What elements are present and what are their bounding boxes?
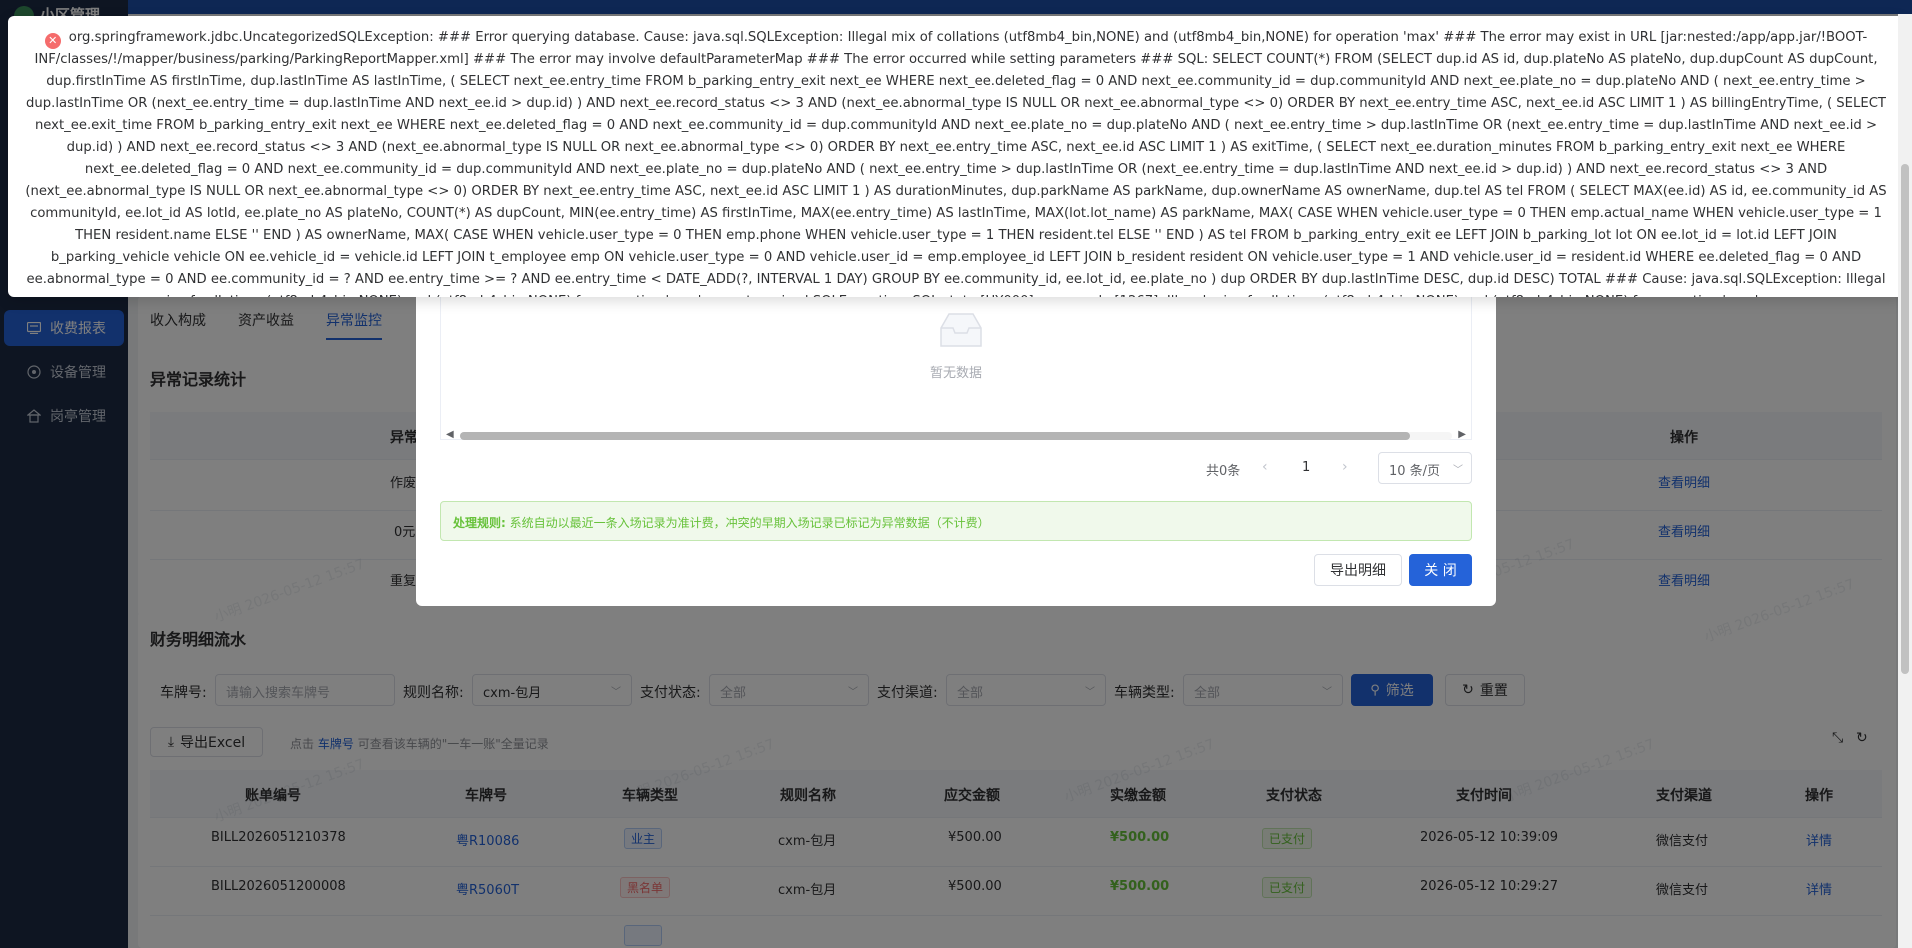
rule-alert-label: 处理规则: [453, 516, 506, 530]
scroll-right-icon[interactable]: ▶ [1458, 429, 1466, 440]
empty-text: 暂无数据 [929, 366, 982, 381]
dialog-horizontal-scrollbar[interactable]: ◀ ▶ [446, 428, 1466, 444]
rule-alert: 处理规则: 系统自动以最近一条入场记录为准计费，冲突的早期入场记录已标记为异常数… [440, 501, 1472, 541]
page-scrollbar-thumb[interactable] [1901, 164, 1909, 674]
app-root: 小区管理 收费报表 设备管理 岗亭管理 收入构成 资产收益 异常监控 异常记录统… [0, 0, 1912, 948]
chevron-down-icon: ﹀ [1453, 465, 1463, 476]
scrollbar-thumb[interactable] [460, 432, 1410, 440]
error-message-toast: ✕ org.springframework.jdbc.UncategorizedS… [8, 16, 1904, 297]
rule-alert-text: 系统自动以最近一条入场记录为准计费，冲突的早期入场记录已标记为异常数据（不计费） [509, 516, 990, 530]
empty-inbox-icon [935, 310, 987, 350]
page-size-value: 10 条/页 [1389, 464, 1441, 479]
export-detail-button[interactable]: 导出明细 [1314, 554, 1402, 586]
page-vertical-scrollbar[interactable] [1898, 14, 1912, 948]
pager-total: 共0条 [1206, 464, 1241, 479]
error-circle-icon: ✕ [44, 33, 61, 49]
page-size-select[interactable]: 10 条/页 ﹀ [1378, 452, 1472, 484]
next-page-icon[interactable]: › [1342, 459, 1348, 475]
prev-page-icon[interactable]: ‹ [1262, 459, 1268, 475]
close-dialog-button[interactable]: 关 闭 [1409, 554, 1472, 586]
error-message-text: org.springframework.jdbc.UncategorizedSQ… [25, 30, 1887, 297]
pager-current[interactable]: 1 [1302, 460, 1310, 475]
scroll-left-icon[interactable]: ◀ [446, 429, 454, 440]
